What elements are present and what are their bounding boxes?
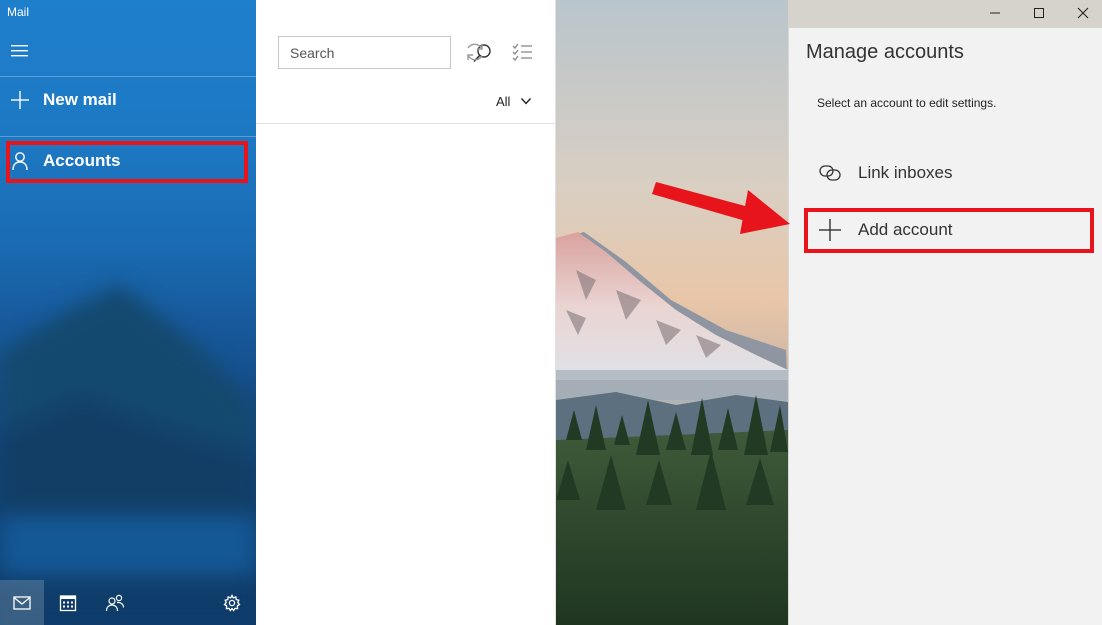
filter-label: All [496,93,511,109]
calendar-icon[interactable] [46,580,90,625]
nav-divider [0,76,256,77]
panel-title: Manage accounts [806,41,964,63]
message-list-pane: All [256,0,556,625]
blurred-mountain-background [0,285,256,625]
maximize-icon[interactable] [1016,0,1062,26]
mail-icon[interactable] [0,580,44,625]
link-inboxes-label: Link inboxes [858,163,953,182]
manage-accounts-panel: Manage accounts Select an account to edi… [788,28,1102,625]
nav-divider [0,136,256,137]
close-icon[interactable] [1060,0,1102,26]
link-inboxes-icon [817,160,843,186]
chevron-down-icon [520,95,532,107]
settings-icon[interactable] [210,580,254,625]
new-mail-label: New mail [43,90,117,109]
filter-dropdown[interactable]: All [496,90,532,112]
people-icon[interactable] [93,580,137,625]
panel-subtitle: Select an account to edit settings. [817,96,997,110]
accounts-highlight-box [6,141,248,183]
add-account-highlight-box [804,208,1094,253]
plus-icon [10,90,30,110]
new-mail-button[interactable]: New mail [0,78,256,122]
search-input[interactable] [279,37,471,68]
bottom-app-bar [0,580,256,625]
red-arrow-annotation [652,182,790,234]
minimize-icon[interactable] [972,0,1018,26]
link-inboxes-button[interactable]: Link inboxes [805,152,1095,194]
navigation-pane: Mail New mail Accounts [0,0,256,625]
hamburger-icon[interactable] [9,40,31,62]
selection-mode-icon[interactable] [511,40,535,64]
sync-icon[interactable] [463,40,487,64]
app-title: Mail [7,5,30,19]
list-divider [256,123,556,124]
search-box[interactable] [278,36,491,69]
